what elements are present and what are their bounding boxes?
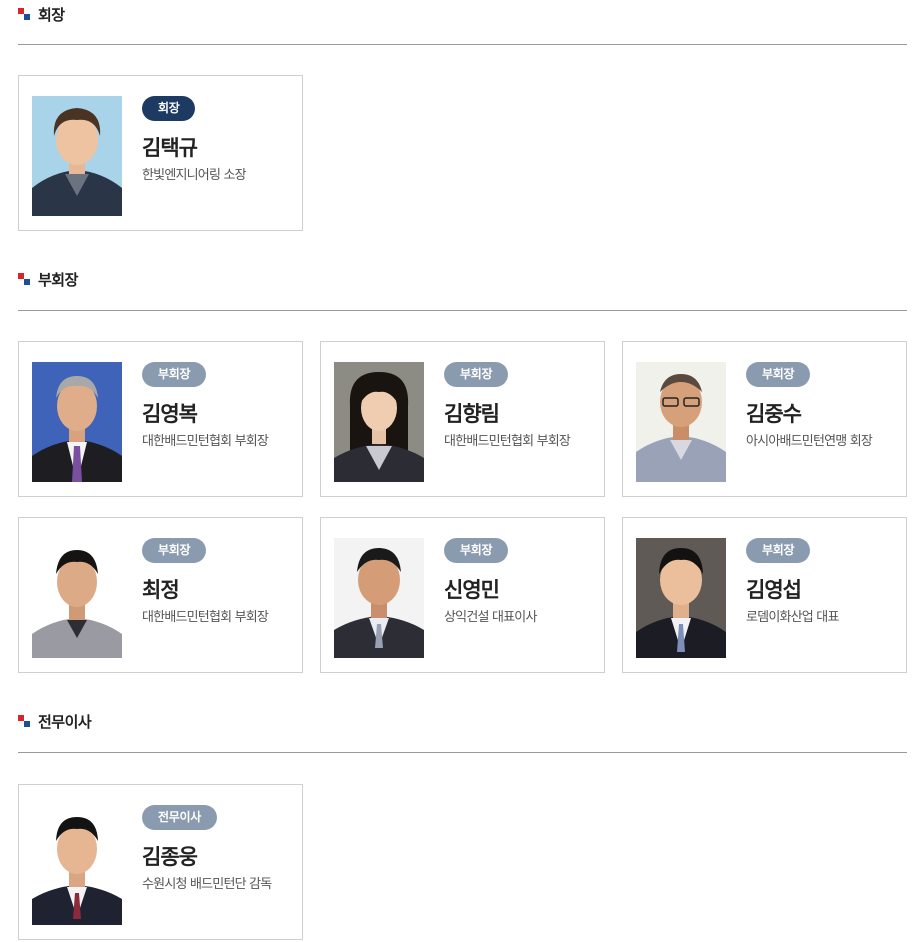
role-badge: 전무이사 xyxy=(142,805,217,830)
member-affiliation: 수원시청 배드민턴단 감독 xyxy=(142,877,272,892)
member-card: 부회장 김영섭 로뎀이화산업 대표 xyxy=(622,517,907,673)
member-card: 회장 김택규 한빛엔지니어링 소장 xyxy=(18,75,303,231)
member-photo xyxy=(32,362,122,482)
member-photo xyxy=(636,362,726,482)
member-affiliation: 대한배드민턴협회 부회장 xyxy=(444,434,571,449)
member-photo xyxy=(334,362,424,482)
member-name: 최정 xyxy=(142,578,180,602)
member-photo xyxy=(636,538,726,658)
member-affiliation: 로뎀이화산업 대표 xyxy=(746,610,839,625)
member-affiliation: 상익건설 대표이사 xyxy=(444,610,537,625)
role-badge: 회장 xyxy=(142,96,196,121)
section-bullet-icon xyxy=(18,272,30,286)
section-header-president: 회장 xyxy=(18,3,65,25)
role-badge: 부회장 xyxy=(444,538,509,563)
role-badge: 부회장 xyxy=(746,362,811,387)
section-title: 전무이사 xyxy=(38,712,92,731)
member-card: 부회장 김중수 아시아배드민턴연맹 회장 xyxy=(622,341,907,497)
member-card: 부회장 최정 대한배드민턴협회 부회장 xyxy=(18,517,303,673)
section-title: 부회장 xyxy=(38,270,78,289)
section-divider xyxy=(18,44,907,45)
member-name: 신영민 xyxy=(444,578,500,602)
role-badge: 부회장 xyxy=(746,538,811,563)
member-card: 전무이사 김종웅 수원시청 배드민턴단 감독 xyxy=(18,784,303,940)
section-header-vice-president: 부회장 xyxy=(18,268,78,290)
role-badge: 부회장 xyxy=(142,538,207,563)
section-header-director: 전무이사 xyxy=(18,710,92,732)
member-name: 김향림 xyxy=(444,402,500,426)
member-affiliation: 한빛엔지니어링 소장 xyxy=(142,168,247,183)
member-affiliation: 아시아배드민턴연맹 회장 xyxy=(746,434,873,449)
member-name: 김중수 xyxy=(746,402,802,426)
member-photo xyxy=(32,805,122,925)
member-name: 김영복 xyxy=(142,402,198,426)
member-affiliation: 대한배드민턴협회 부회장 xyxy=(142,434,269,449)
member-name: 김종웅 xyxy=(142,845,198,869)
member-name: 김영섭 xyxy=(746,578,802,602)
member-photo xyxy=(32,96,122,216)
member-photo xyxy=(334,538,424,658)
member-card: 부회장 신영민 상익건설 대표이사 xyxy=(320,517,605,673)
section-bullet-icon xyxy=(18,714,30,728)
section-bullet-icon xyxy=(18,7,30,21)
section-title: 회장 xyxy=(38,5,65,24)
member-card: 부회장 김향림 대한배드민턴협회 부회장 xyxy=(320,341,605,497)
member-name: 김택규 xyxy=(142,136,198,160)
role-badge: 부회장 xyxy=(142,362,207,387)
member-card: 부회장 김영복 대한배드민턴협회 부회장 xyxy=(18,341,303,497)
member-photo xyxy=(32,538,122,658)
section-divider xyxy=(18,752,907,753)
member-affiliation: 대한배드민턴협회 부회장 xyxy=(142,610,269,625)
role-badge: 부회장 xyxy=(444,362,509,387)
section-divider xyxy=(18,310,907,311)
